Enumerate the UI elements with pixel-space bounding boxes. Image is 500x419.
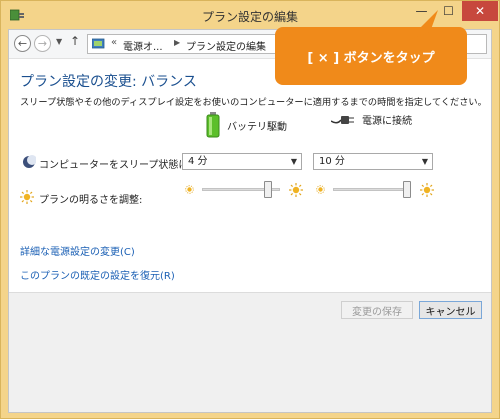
chevron-down-icon: ▼ (421, 157, 428, 166)
sleep-battery-value: 4 分 (188, 156, 208, 167)
back-button[interactable]: ← (14, 35, 31, 52)
maximize-icon: ☐ (443, 4, 454, 18)
advanced-settings-link[interactable]: 詳細な電源設定の変更(C) (20, 243, 135, 258)
plugged-column-header: 電源に接続 (331, 112, 412, 127)
sun-large-icon (420, 183, 434, 197)
page-heading: プラン設定の変更: バランス (20, 74, 197, 90)
content-area: ← → ▼ ↑ « 電源オ... ▶ プラン設定の編集 プラン設定の変更: バラ… (8, 29, 492, 413)
up-button[interactable]: ↑ (70, 34, 80, 48)
sun-small-icon (185, 185, 194, 194)
forward-button[interactable]: → (34, 35, 51, 52)
cancel-button[interactable]: キャンセル (419, 301, 482, 319)
moon-icon (23, 155, 36, 168)
footer: 変更の保存 キャンセル (9, 292, 491, 412)
recent-locations-dropdown[interactable]: ▼ (56, 37, 62, 46)
back-icon: ← (17, 37, 28, 50)
sun-large-icon (289, 183, 303, 197)
brightness-battery-slider[interactable] (202, 180, 280, 200)
callout-pointer-icon (408, 10, 438, 40)
brightness-label: プランの明るさを調整: (39, 195, 143, 206)
close-icon: ✕ (474, 4, 486, 18)
save-changes-button[interactable]: 変更の保存 (341, 301, 413, 319)
plug-icon (331, 115, 354, 124)
forward-icon: → (37, 37, 48, 50)
slider-thumb[interactable] (264, 181, 272, 198)
sun-small-icon (316, 185, 325, 194)
callout-text: [ × ] ボタンをタップ (307, 50, 435, 66)
battery-column-label: バッテリ駆動 (227, 121, 287, 133)
battery-column-header: バッテリ駆動 (206, 112, 287, 138)
sleep-plugged-select[interactable]: 10 分 ▼ (313, 153, 433, 170)
control-panel-icon (92, 38, 105, 49)
breadcrumb-edit-plan[interactable]: プラン設定の編集 (186, 38, 266, 53)
page-description: スリープ状態やその他のディスプレイ設定をお使いのコンピューターに適用するまでの時… (20, 97, 487, 108)
chevron-down-icon: ▼ (290, 157, 297, 166)
brightness-plugged-slider[interactable] (333, 180, 411, 200)
up-icon: ↑ (70, 34, 81, 48)
plugged-column-label: 電源に接続 (362, 116, 412, 127)
breadcrumb-power-options[interactable]: 電源オ... (123, 38, 163, 53)
close-button[interactable]: ✕ (462, 1, 498, 21)
slider-track (333, 188, 411, 191)
slider-thumb[interactable] (403, 181, 411, 198)
breadcrumb-separator-icon[interactable]: ▶ (174, 38, 180, 47)
sleep-plugged-value: 10 分 (319, 156, 345, 167)
battery-icon (206, 112, 220, 138)
sun-icon (20, 190, 34, 204)
sleep-battery-select[interactable]: 4 分 ▼ (182, 153, 302, 170)
restore-defaults-link[interactable]: このプランの既定の設定を復元(R) (20, 267, 175, 282)
breadcrumb-overflow[interactable]: « (111, 37, 117, 48)
